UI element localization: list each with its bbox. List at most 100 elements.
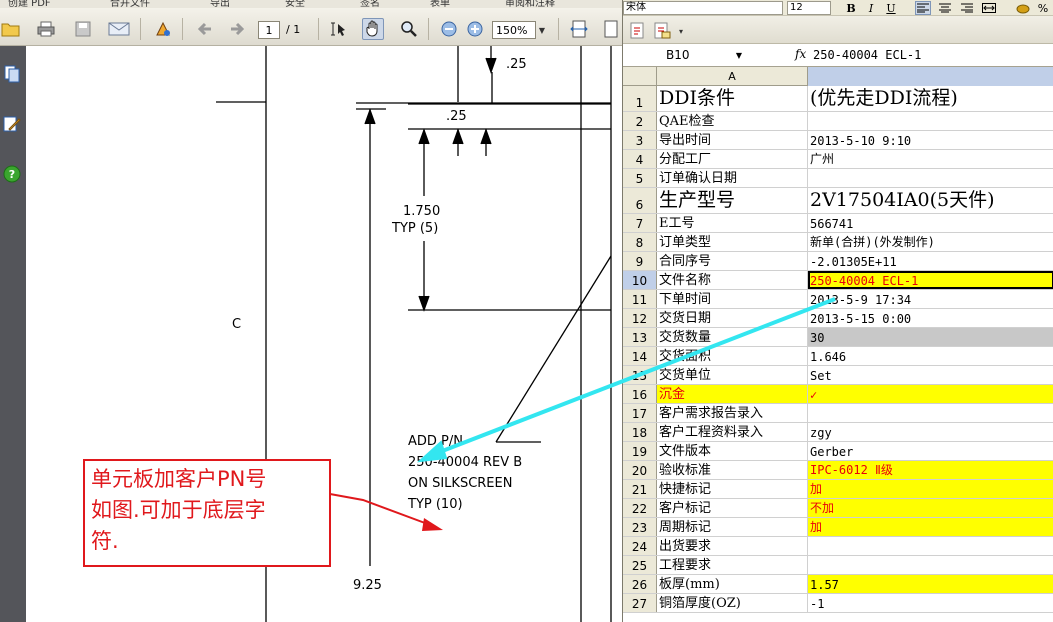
row-header[interactable]: 20 [623, 461, 657, 479]
cell-b[interactable]: 2013-5-10 9:10 [808, 131, 1053, 149]
row-header[interactable]: 18 [623, 423, 657, 441]
cell-a[interactable]: 交货数量 [657, 328, 808, 346]
cell-b[interactable] [808, 556, 1053, 574]
row-header[interactable]: 2 [623, 112, 657, 130]
cell-a[interactable]: 交货日期 [657, 309, 808, 327]
save-icon[interactable] [72, 18, 94, 40]
menu-sign[interactable]: 签名 [360, 0, 380, 8]
row-header[interactable]: 22 [623, 499, 657, 517]
cell-b[interactable]: -2.01305E+11 [808, 252, 1053, 270]
cell-a[interactable]: DDI条件 [657, 86, 808, 111]
pages-panel-icon[interactable] [0, 62, 24, 86]
fit-width-icon[interactable] [568, 18, 590, 40]
cell-a[interactable]: 订单确认日期 [657, 169, 808, 187]
row-header[interactable]: 12 [623, 309, 657, 327]
name-box-dropdown-icon[interactable]: ▼ [733, 47, 745, 64]
align-right-icon[interactable] [959, 1, 975, 15]
help-icon[interactable]: ? [0, 162, 24, 186]
cell-a[interactable]: 验收标准 [657, 461, 808, 479]
menu-combine[interactable]: 合并文件 [110, 0, 150, 8]
next-page-icon[interactable] [226, 18, 248, 40]
open-folder-icon[interactable] [0, 18, 22, 40]
row-header[interactable]: 23 [623, 518, 657, 536]
fit-page-icon[interactable] [600, 18, 622, 40]
cell-a[interactable]: QAE检查 [657, 112, 808, 130]
cell-b[interactable] [808, 537, 1053, 555]
percent-icon[interactable]: % [1035, 1, 1051, 15]
italic-icon[interactable]: I [863, 1, 879, 15]
row-header[interactable]: 7 [623, 214, 657, 232]
row-header[interactable]: 27 [623, 594, 657, 612]
cell-b[interactable]: 1.646 [808, 347, 1053, 365]
row-header[interactable]: 16 [623, 385, 657, 403]
cell-a[interactable]: 客户工程资料录入 [657, 423, 808, 441]
underline-icon[interactable]: U [883, 1, 899, 15]
menu-create-pdf[interactable]: 创建 PDF [8, 0, 51, 8]
cell-b[interactable]: 加 [808, 480, 1053, 498]
row-header[interactable]: 13 [623, 328, 657, 346]
cell-b[interactable]: 250-40004 ECL-1 [808, 271, 1053, 289]
row-header[interactable]: 11 [623, 290, 657, 308]
cell-a[interactable]: E工号 [657, 214, 808, 232]
cell-b[interactable]: 2013-5-9 17:34 [808, 290, 1053, 308]
column-header-a[interactable]: A [657, 67, 808, 86]
cell-a[interactable]: 板厚(mm) [657, 575, 808, 593]
row-header[interactable]: 1 [623, 86, 657, 111]
row-header[interactable]: 26 [623, 575, 657, 593]
pdf-document-page[interactable]: .25 .25 1.750 TYP (5) C ADD P/N 250-4000… [26, 46, 622, 622]
cell-b[interactable]: 广州 [808, 150, 1053, 168]
select-all-corner[interactable] [623, 67, 657, 86]
row-header[interactable]: 19 [623, 442, 657, 460]
cell-a[interactable]: 文件名称 [657, 271, 808, 289]
cell-b[interactable]: zgy [808, 423, 1053, 441]
cell-b[interactable] [808, 169, 1053, 187]
cell-a[interactable]: 客户需求报告录入 [657, 404, 808, 422]
column-header-b[interactable] [808, 67, 1053, 86]
cell-b[interactable]: Gerber [808, 442, 1053, 460]
formula-input[interactable]: 250-40004 ECL-1 [813, 47, 1048, 64]
hand-tool-icon[interactable] [362, 18, 384, 40]
cell-b[interactable]: ✓ [808, 385, 1053, 403]
cell-b[interactable]: 新单(合拼)(外发制作) [808, 233, 1053, 251]
align-center-icon[interactable] [937, 1, 953, 15]
cell-a[interactable]: 交货单位 [657, 366, 808, 384]
row-header[interactable]: 8 [623, 233, 657, 251]
insert-function-icon[interactable]: fx [795, 47, 809, 64]
color-tool-icon[interactable] [152, 18, 174, 40]
cell-b[interactable]: 2013-5-15 0:00 [808, 309, 1053, 327]
cell-b[interactable]: (优先走DDI流程) [808, 86, 1053, 111]
pdf-convert-icon[interactable] [627, 20, 649, 42]
cell-b[interactable]: 加 [808, 518, 1053, 536]
font-size-box[interactable]: 12 [787, 1, 831, 15]
cell-b[interactable] [808, 112, 1053, 130]
row-header[interactable]: 5 [623, 169, 657, 187]
cell-a[interactable]: 铜箔厚度(OZ) [657, 594, 808, 612]
email-icon[interactable] [108, 18, 130, 40]
cell-a[interactable]: 工程要求 [657, 556, 808, 574]
cell-a[interactable]: 快捷标记 [657, 480, 808, 498]
row-header[interactable]: 24 [623, 537, 657, 555]
cell-b[interactable]: -1 [808, 594, 1053, 612]
toolbar-options-icon[interactable]: ▾ [675, 22, 687, 40]
cell-a[interactable]: 文件版本 [657, 442, 808, 460]
cell-a[interactable]: 订单类型 [657, 233, 808, 251]
cell-b[interactable]: 30 [808, 328, 1053, 346]
menu-review[interactable]: 审阅和注释 [505, 0, 555, 8]
merge-center-icon[interactable] [981, 1, 997, 15]
cell-a[interactable]: 沉金 [657, 385, 808, 403]
menu-secure[interactable]: 安全 [285, 0, 305, 8]
align-left-icon[interactable] [915, 1, 931, 15]
cell-b[interactable]: 不加 [808, 499, 1053, 517]
row-header[interactable]: 25 [623, 556, 657, 574]
marquee-zoom-icon[interactable] [398, 18, 420, 40]
cell-b[interactable]: 1.57 [808, 575, 1053, 593]
text-select-icon[interactable] [328, 18, 350, 40]
previous-page-icon[interactable] [194, 18, 216, 40]
page-number-input[interactable] [258, 21, 280, 39]
name-box[interactable]: B10 [626, 47, 746, 64]
row-header[interactable]: 3 [623, 131, 657, 149]
bold-icon[interactable]: B [843, 1, 859, 15]
row-header[interactable]: 10 [623, 271, 657, 289]
cell-a[interactable]: 客户标记 [657, 499, 808, 517]
cell-b[interactable]: IPC-6012 Ⅱ级 [808, 461, 1053, 479]
